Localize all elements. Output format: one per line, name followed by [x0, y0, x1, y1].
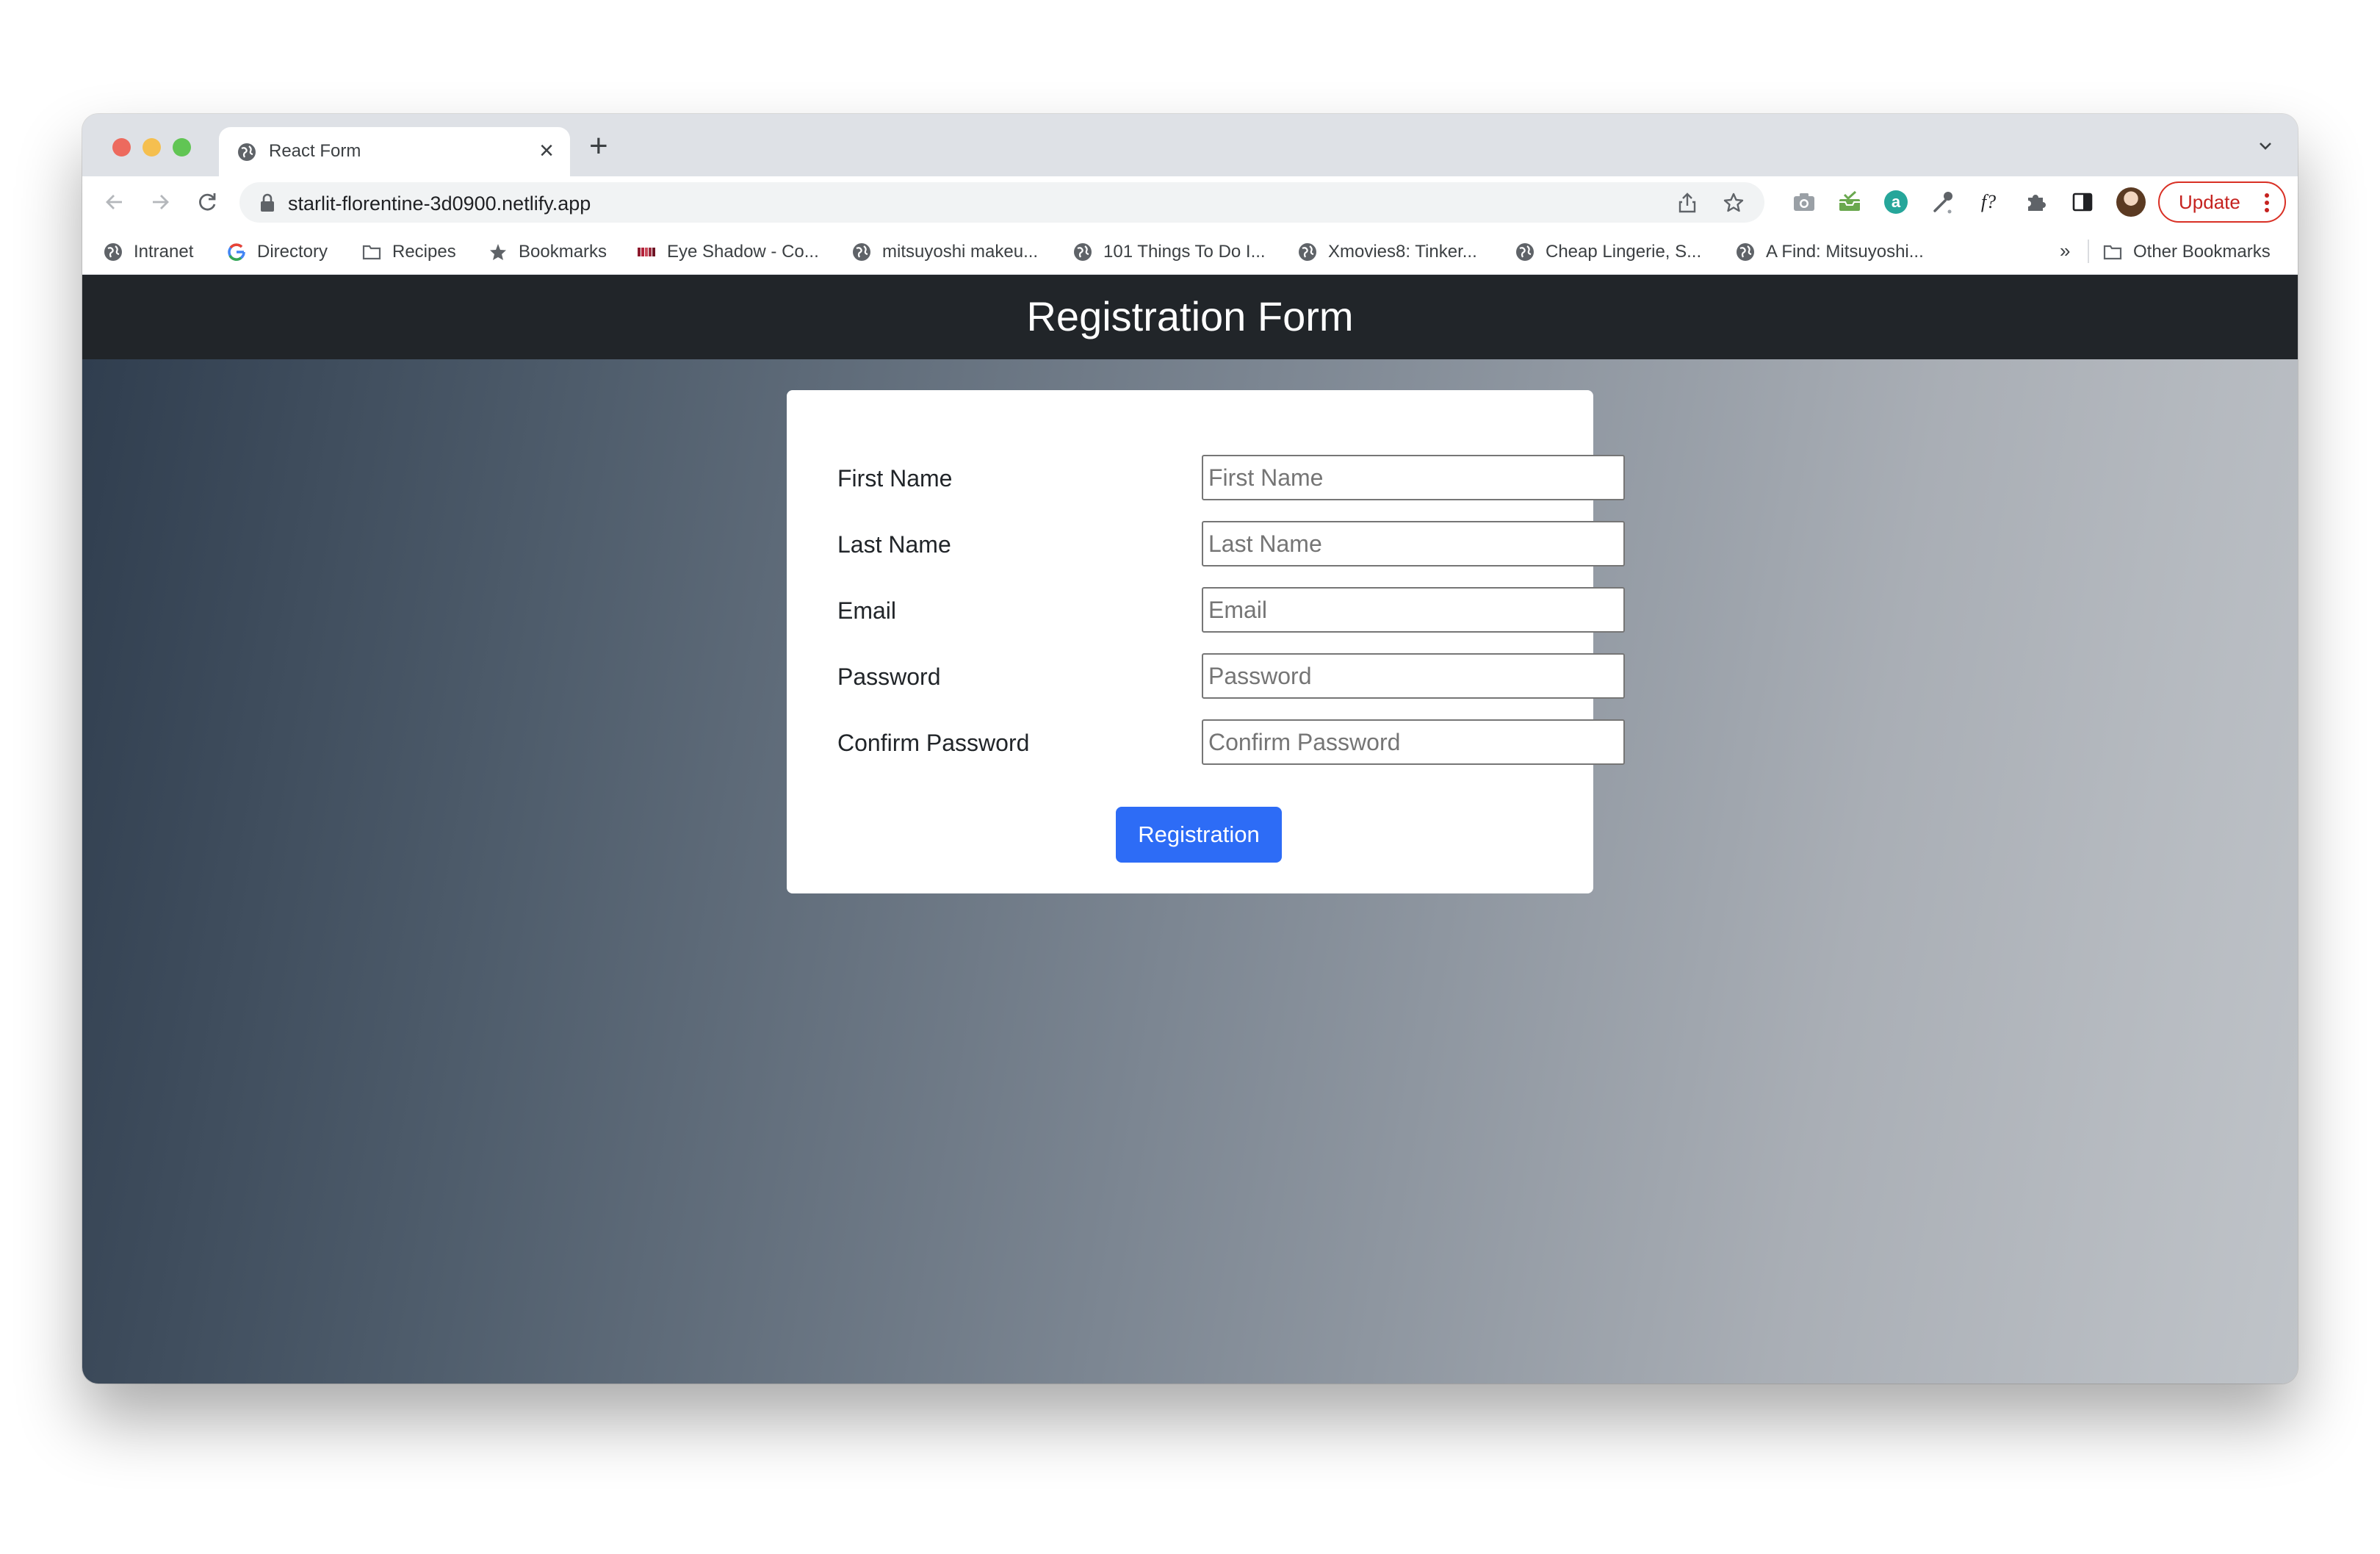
bookmark-item[interactable]: Directory	[226, 241, 328, 263]
lock-icon[interactable]	[259, 193, 276, 213]
tab-strip: React Form × +	[82, 114, 2298, 176]
tab-title: React Form	[269, 141, 361, 161]
registration-submit-button[interactable]: Registration	[1116, 807, 1282, 863]
update-button[interactable]: Update	[2158, 181, 2286, 223]
svg-text:a: a	[1892, 193, 1901, 211]
registration-form-card: First Name Last Name Email Password Conf…	[787, 390, 1625, 893]
bookmark-label: Cheap Lingerie, S...	[1546, 242, 1702, 262]
update-label: Update	[2179, 191, 2240, 213]
a-circle-icon[interactable]: a	[1883, 189, 1909, 215]
bookmark-item[interactable]: Bookmarks	[488, 241, 607, 263]
bookmarks-overflow-button[interactable]: »	[2060, 240, 2070, 262]
other-bookmarks[interactable]: Other Bookmarks	[2102, 241, 2271, 263]
bookmark-item[interactable]: Xmovies8: Tinker...	[1297, 241, 1477, 263]
first-name-label: First Name	[837, 465, 953, 492]
password-label: Password	[837, 663, 941, 690]
new-tab-button[interactable]: +	[589, 130, 608, 162]
bookmark-label: 101 Things To Do I...	[1103, 242, 1266, 262]
globe-icon	[1299, 243, 1316, 261]
confirm-password-input[interactable]	[1202, 719, 1625, 765]
confirm-password-label: Confirm Password	[837, 730, 1030, 756]
bookmark-label: Recipes	[392, 242, 456, 262]
form-row-last-name: Last Name	[787, 521, 1625, 566]
first-name-input[interactable]	[1202, 455, 1625, 500]
star-icon	[490, 244, 506, 260]
close-window-button[interactable]	[112, 138, 131, 157]
bookmark-item[interactable]: Eye Shadow - Co...	[636, 241, 819, 263]
form-row-password: Password	[787, 653, 1625, 699]
globe-icon	[1074, 243, 1092, 261]
bookmark-item[interactable]: Recipes	[361, 241, 456, 263]
bookmark-label: Bookmarks	[519, 242, 607, 262]
email-label: Email	[837, 597, 897, 624]
globe-icon	[104, 243, 122, 261]
bookmarks-separator	[2088, 240, 2089, 263]
folder-icon	[362, 245, 381, 260]
palette-icon	[638, 248, 655, 256]
back-arrow-icon[interactable]	[101, 189, 128, 215]
url-text: starlit-florentine-3d0900.netlify.app	[288, 193, 591, 215]
browser-toolbar: starlit-florentine-3d0900.netlify.app a	[82, 176, 2298, 228]
form-row-first-name: First Name	[787, 455, 1625, 500]
profile-avatar[interactable]	[2116, 187, 2146, 217]
google-icon	[228, 243, 245, 261]
bookmark-item[interactable]: 101 Things To Do I...	[1072, 241, 1266, 263]
folder-icon	[2103, 245, 2122, 260]
bookmark-star-icon[interactable]	[1722, 191, 1745, 215]
last-name-input[interactable]	[1202, 521, 1625, 566]
side-panel-icon[interactable]	[2069, 189, 2096, 215]
camera-icon[interactable]	[1791, 189, 1817, 215]
address-bar[interactable]: starlit-florentine-3d0900.netlify.app	[239, 182, 1764, 223]
function-icon[interactable]: f?	[1975, 189, 2002, 215]
share-icon[interactable]	[1676, 191, 1698, 215]
reload-icon[interactable]	[194, 189, 220, 215]
browser-window: React Form × + starlit-florentine-3d0900…	[82, 114, 2298, 1384]
eyedropper-icon[interactable]	[1929, 189, 1955, 215]
puzzle-icon[interactable]	[2022, 189, 2049, 215]
bookmark-label: mitsuyoshi makeu...	[882, 242, 1039, 262]
tab-react-form[interactable]: React Form ×	[219, 127, 570, 176]
bookmark-item[interactable]: Intranet	[103, 241, 193, 263]
bookmark-item[interactable]: mitsuyoshi makeu...	[851, 241, 1038, 263]
other-bookmarks-label: Other Bookmarks	[2133, 242, 2271, 262]
inbox-check-icon[interactable]	[1836, 189, 1863, 215]
bookmarks-bar: Intranet Directory Recipes Bookmarks Eye…	[82, 228, 2298, 275]
page-title: Registration Form	[1026, 293, 1354, 339]
bookmark-item[interactable]: Cheap Lingerie, S...	[1515, 241, 1701, 263]
bookmark-label: Directory	[257, 242, 328, 262]
page-content: Registration Form First Name Last Name E…	[82, 275, 2298, 1384]
form-row-confirm-password: Confirm Password	[787, 719, 1625, 765]
page-header: Registration Form	[82, 275, 2298, 359]
email-input[interactable]	[1202, 587, 1625, 633]
globe-icon	[238, 143, 256, 161]
more-vert-icon[interactable]	[2264, 192, 2270, 214]
globe-icon	[853, 243, 870, 261]
bookmark-label: Intranet	[134, 242, 194, 262]
zoom-window-button[interactable]	[173, 138, 191, 157]
globe-icon	[1516, 243, 1534, 261]
password-input[interactable]	[1202, 653, 1625, 699]
svg-text:f?: f?	[1981, 191, 1996, 212]
minimize-window-button[interactable]	[143, 138, 161, 157]
bookmark-item[interactable]: A Find: Mitsuyoshi...	[1735, 241, 1924, 263]
bookmark-label: Eye Shadow - Co...	[667, 242, 819, 262]
bookmark-label: Xmovies8: Tinker...	[1328, 242, 1477, 262]
chevron-down-icon[interactable]	[2255, 136, 2276, 157]
forward-arrow-icon[interactable]	[147, 189, 173, 215]
form-row-email: Email	[787, 587, 1625, 633]
bookmark-label: A Find: Mitsuyoshi...	[1766, 242, 1924, 262]
globe-icon	[1737, 243, 1754, 261]
last-name-label: Last Name	[837, 531, 951, 558]
close-tab-icon[interactable]: ×	[539, 136, 554, 165]
